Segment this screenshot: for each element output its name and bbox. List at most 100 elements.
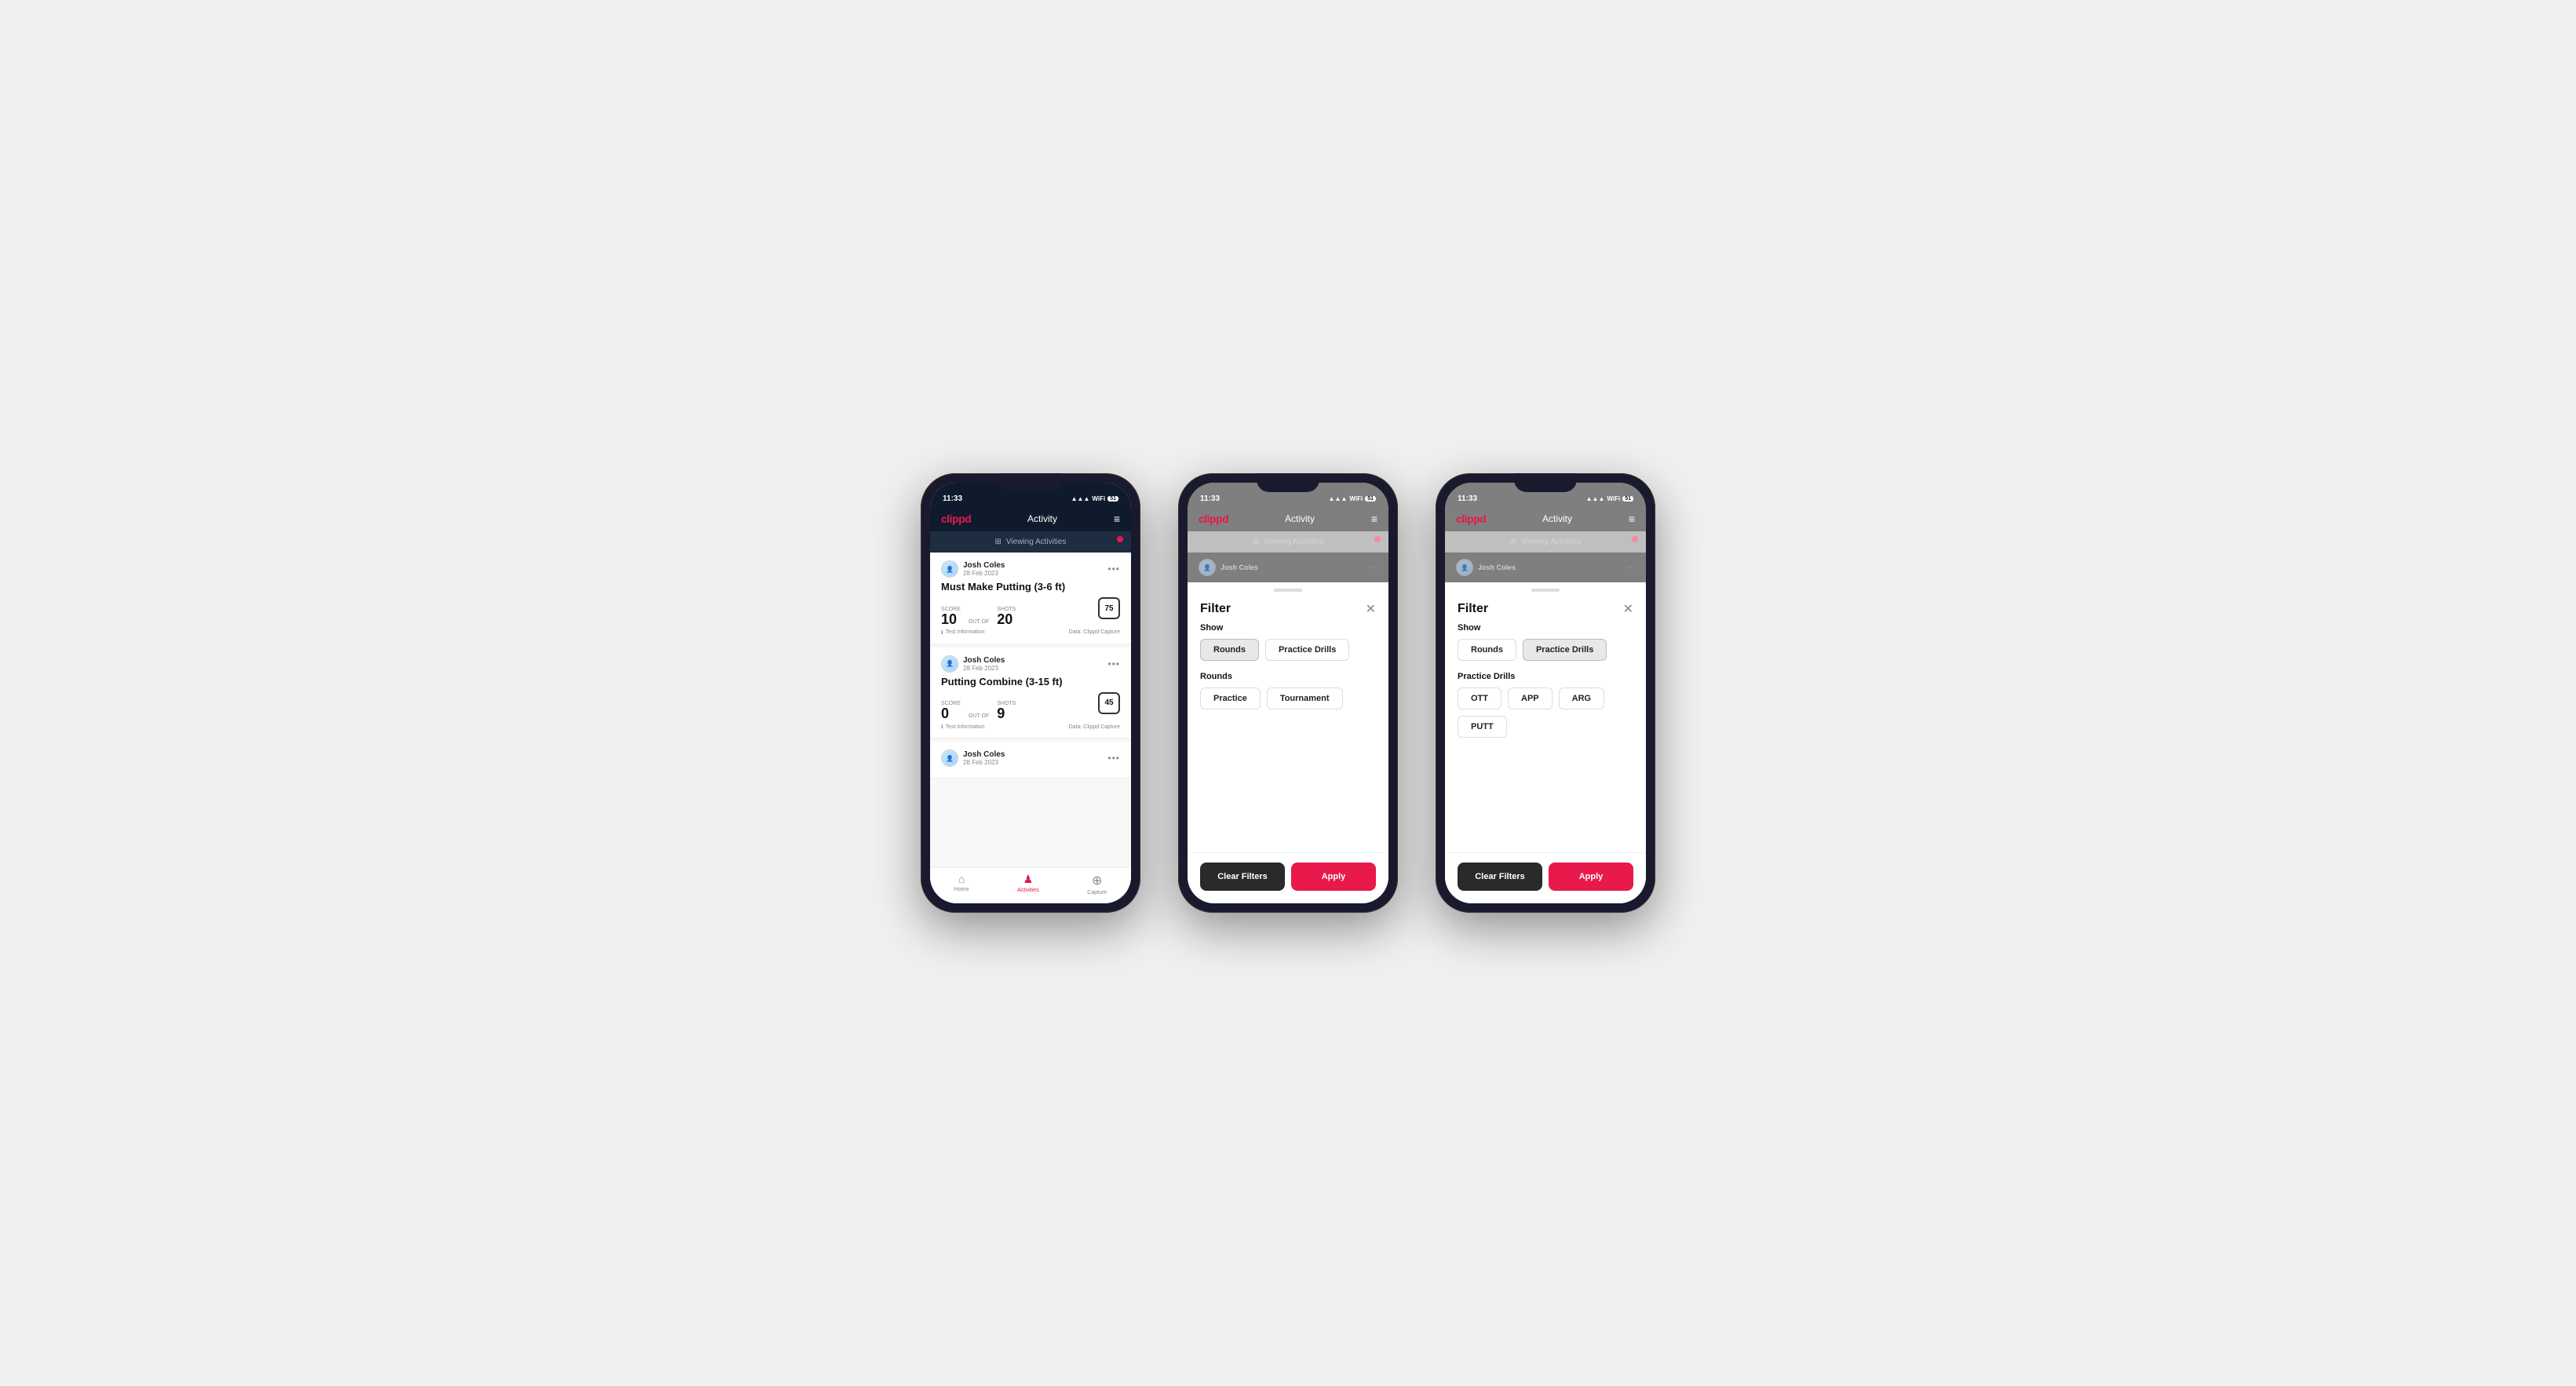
more-peek: •••: [1369, 564, 1377, 572]
menu-icon-2[interactable]: ≡: [1371, 512, 1377, 525]
score-value-1: 0: [941, 706, 961, 720]
show-label-2: Show: [1200, 623, 1376, 633]
practice-drills-btn-3[interactable]: Practice Drills: [1523, 639, 1607, 661]
signal-icon-3: ▲▲▲: [1586, 495, 1605, 502]
filter-modal-3: Filter ✕ Show Rounds Practice Drills Pra…: [1445, 582, 1646, 903]
arg-btn-3[interactable]: ARG: [1559, 688, 1604, 709]
notch-1: [999, 473, 1062, 492]
apply-btn-3[interactable]: Apply: [1549, 863, 1633, 891]
viewing-dot-2: [1374, 536, 1381, 542]
logo-1: clippd: [941, 512, 971, 525]
signal-icon: ▲▲▲: [1071, 495, 1090, 502]
score-group-0: Score 10: [941, 607, 961, 626]
show-buttons-2: Rounds Practice Drills: [1200, 639, 1376, 661]
phone-3-screen: 11:33 ▲▲▲ WiFi 51 clippd Activity ≡ ⊞ Vi…: [1445, 483, 1646, 903]
user-row-0: 👤 Josh Coles 28 Feb 2023 •••: [941, 560, 1120, 578]
menu-icon-3[interactable]: ≡: [1629, 512, 1635, 525]
clear-filters-btn-3[interactable]: Clear Filters: [1458, 863, 1542, 891]
user-date-0: 28 Feb 2023: [963, 570, 1005, 577]
data-source-1: Data: Clippd Capture: [1069, 724, 1120, 730]
rounds-section-label-2: Rounds: [1200, 672, 1376, 681]
score-value-0: 10: [941, 612, 961, 626]
viewing-bar-text-2: Viewing Activities: [1264, 538, 1324, 546]
out-of-0: OUT OF: [969, 619, 989, 625]
activity-item-0: 👤 Josh Coles 28 Feb 2023 ••• Must Make P…: [930, 553, 1131, 644]
ott-btn-3[interactable]: OTT: [1458, 688, 1501, 709]
avatar-1: 👤: [941, 655, 958, 673]
modal-footer-3: Clear Filters Apply: [1445, 852, 1646, 903]
avatar-peek-3: 👤: [1456, 559, 1473, 576]
menu-icon-1[interactable]: ≡: [1114, 512, 1120, 525]
rounds-btn-3[interactable]: Rounds: [1458, 639, 1516, 661]
user-date-2: 28 Feb 2023: [963, 759, 1005, 766]
user-name-peek-3: Josh Coles: [1478, 564, 1516, 571]
phone-1-screen: 11:33 ▲▲▲ WiFi 51 clippd Activity ≡ ⊞ Vi…: [930, 483, 1131, 903]
activity-title-0: Must Make Putting (3-6 ft): [941, 581, 1120, 593]
battery-icon-2: 51: [1365, 496, 1376, 502]
capture-icon: ⊕: [1092, 873, 1102, 888]
app-btn-3[interactable]: APP: [1508, 688, 1553, 709]
practice-drills-btn-2[interactable]: Practice Drills: [1265, 639, 1349, 661]
viewing-dot-1: [1117, 536, 1123, 542]
nav-home-label: Home: [954, 887, 969, 892]
data-source-0: Data: Clippd Capture: [1069, 629, 1120, 635]
putt-btn-3[interactable]: PUTT: [1458, 716, 1507, 738]
rounds-buttons-2: Practice Tournament: [1200, 688, 1376, 709]
nav-home[interactable]: ⌂ Home: [954, 873, 969, 895]
user-details-1: Josh Coles 28 Feb 2023: [963, 656, 1005, 672]
notch-2: [1257, 473, 1319, 492]
modal-header-3: Filter ✕: [1445, 592, 1646, 623]
filter-modal-2: Filter ✕ Show Rounds Practice Drills Rou…: [1188, 582, 1388, 903]
drills-buttons-3: OTT APP ARG PUTT: [1458, 688, 1633, 738]
nav-capture[interactable]: ⊕ Capture: [1087, 873, 1107, 895]
user-info-2: 👤 Josh Coles 28 Feb 2023: [941, 750, 1005, 767]
activity-title-1: Putting Combine (3-15 ft): [941, 676, 1120, 688]
filter-icon-1: ⊞: [995, 538, 1002, 546]
tournament-btn-2[interactable]: Tournament: [1267, 688, 1343, 709]
stats-row-0: Score 10 OUT OF Shots 20 75: [941, 597, 1120, 626]
stats-row-1: Score 0 OUT OF Shots 9 45: [941, 692, 1120, 721]
shot-quality-1: 45: [1098, 692, 1120, 714]
status-time-2: 11:33: [1200, 494, 1220, 503]
shots-group-1: Shots 9: [997, 701, 1016, 720]
wifi-icon: WiFi: [1092, 495, 1105, 502]
info-icon-1: ℹ: [941, 724, 943, 730]
viewing-bar-1[interactable]: ⊞ Viewing Activities: [930, 531, 1131, 553]
home-icon: ⌂: [958, 873, 965, 885]
user-peek-3: Josh Coles: [1478, 564, 1516, 571]
show-buttons-3: Rounds Practice Drills: [1458, 639, 1633, 661]
shot-quality-value-0: 75: [1104, 604, 1113, 613]
activity-item-1: 👤 Josh Coles 28 Feb 2023 ••• Putting Com…: [930, 647, 1131, 739]
rounds-btn-2[interactable]: Rounds: [1200, 639, 1259, 661]
avatar-0: 👤: [941, 560, 958, 578]
app-header-1: clippd Activity ≡: [930, 508, 1131, 531]
modal-close-3[interactable]: ✕: [1623, 601, 1633, 617]
more-btn-0[interactable]: •••: [1107, 564, 1120, 574]
phone-2-screen: 11:33 ▲▲▲ WiFi 51 clippd Activity ≡ ⊞ Vi…: [1188, 483, 1388, 903]
status-icons-3: ▲▲▲ WiFi 51: [1586, 495, 1633, 502]
clear-filters-btn-2[interactable]: Clear Filters: [1200, 863, 1285, 891]
user-info-0: 👤 Josh Coles 28 Feb 2023: [941, 560, 1005, 578]
scene: 11:33 ▲▲▲ WiFi 51 clippd Activity ≡ ⊞ Vi…: [874, 426, 1702, 960]
activity-footer-1: ℹ Test Information Data: Clippd Capture: [941, 724, 1120, 730]
modal-body-3: Show Rounds Practice Drills Practice Dri…: [1445, 623, 1646, 758]
practice-round-btn-2[interactable]: Practice: [1200, 688, 1261, 709]
nav-activities[interactable]: ♟ Activities: [1017, 873, 1039, 895]
user-info-1: 👤 Josh Coles 28 Feb 2023: [941, 655, 1005, 673]
viewing-bar-text-3: Viewing Activities: [1521, 538, 1582, 546]
apply-btn-2[interactable]: Apply: [1291, 863, 1376, 891]
nav-activities-label: Activities: [1017, 888, 1039, 893]
practice-drills-section-label-3: Practice Drills: [1458, 672, 1633, 681]
modal-close-2[interactable]: ✕: [1366, 601, 1376, 617]
more-btn-2[interactable]: •••: [1107, 753, 1120, 764]
wifi-icon-3: WiFi: [1607, 495, 1620, 502]
more-btn-1[interactable]: •••: [1107, 658, 1120, 669]
app-header-3: clippd Activity ≡: [1445, 508, 1646, 531]
user-details-0: Josh Coles 28 Feb 2023: [963, 561, 1005, 577]
viewing-bar-text-1: Viewing Activities: [1006, 538, 1067, 546]
viewing-bar-2: ⊞ Viewing Activities: [1188, 531, 1388, 553]
header-title-1: Activity: [1027, 513, 1057, 524]
phone-2: 11:33 ▲▲▲ WiFi 51 clippd Activity ≡ ⊞ Vi…: [1178, 473, 1398, 913]
logo-2: clippd: [1199, 512, 1228, 525]
more-peek-3: •••: [1626, 564, 1635, 572]
